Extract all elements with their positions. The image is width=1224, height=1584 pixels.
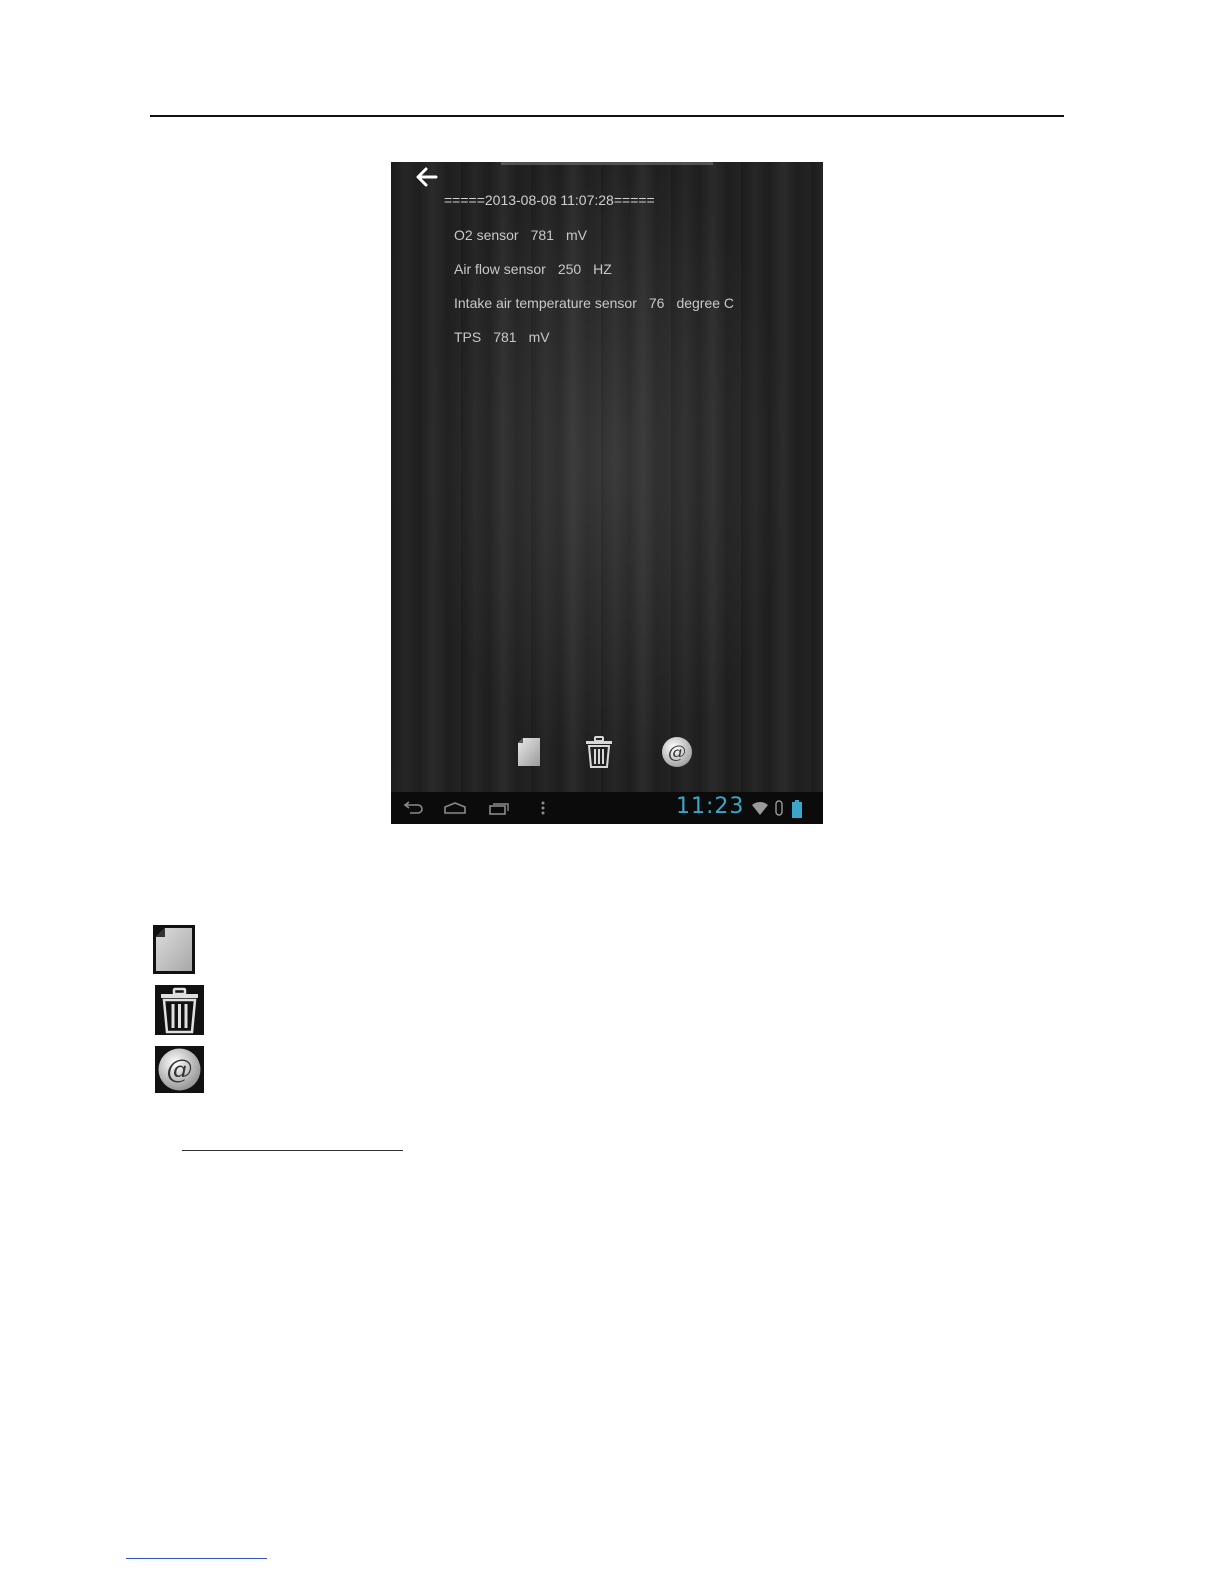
nav-back-button[interactable] — [399, 798, 427, 818]
list-item: TPS 781 mV — [454, 329, 550, 345]
overflow-menu-icon — [541, 801, 545, 815]
list-item: O2 sensor 781 mV — [454, 227, 587, 243]
email-icon: @ — [662, 737, 692, 767]
recent-apps-icon — [489, 803, 509, 815]
save-file-button[interactable] — [511, 732, 547, 772]
nav-recent-button[interactable] — [485, 798, 513, 818]
document-icon — [156, 928, 192, 971]
list-item: Intake air temperature sensor 76 degree C — [454, 295, 734, 311]
sensor-name: O2 sensor — [454, 227, 519, 243]
sensor-unit: mV — [528, 329, 550, 345]
trash-icon — [161, 987, 198, 1034]
delete-button[interactable] — [581, 732, 617, 772]
sensor-name: Intake air temperature sensor — [454, 295, 637, 311]
header-rule — [150, 115, 1064, 117]
phone-screenshot: =====2013-08-08 11:07:28===== O2 sensor 7… — [391, 162, 823, 824]
battery-icon — [792, 800, 802, 818]
svg-text:@: @ — [668, 742, 686, 763]
list-item: Air flow sensor 250 HZ — [454, 261, 612, 277]
link-underline — [126, 1558, 267, 1559]
record-timestamp: =====2013-08-08 11:07:28===== — [444, 192, 655, 208]
sensor-unit: degree C — [676, 295, 735, 311]
sensor-unit: HZ — [593, 261, 612, 277]
nav-menu-button[interactable] — [529, 798, 557, 818]
back-nav-icon — [403, 801, 423, 814]
sensor-value: 76 — [648, 295, 665, 311]
svg-text:@: @ — [167, 1055, 193, 1085]
sensor-value: 250 — [557, 261, 582, 277]
footnote-rule — [182, 1150, 403, 1151]
sensor-name: TPS — [454, 329, 482, 345]
back-arrow-icon — [416, 167, 438, 187]
status-bar: 11:23 — [391, 792, 823, 824]
legend-email: @ — [155, 1046, 204, 1093]
sensor-unit: mV — [565, 227, 587, 243]
home-icon — [444, 802, 466, 814]
wifi-icon — [752, 801, 768, 815]
email-icon: @ — [158, 1048, 201, 1091]
back-button[interactable] — [409, 162, 445, 192]
action-bar: @ — [391, 732, 823, 776]
trash-icon — [586, 736, 612, 768]
legend-document — [153, 925, 195, 974]
bluetooth-icon — [775, 800, 783, 816]
nav-home-button[interactable] — [441, 798, 469, 818]
document-icon — [518, 738, 540, 766]
sensor-name: Air flow sensor — [454, 261, 546, 277]
status-clock: 11:23 — [676, 794, 745, 819]
legend-trash — [155, 985, 204, 1035]
sensor-value: 781 — [493, 329, 517, 345]
email-button[interactable]: @ — [659, 732, 695, 772]
sensor-value: 781 — [530, 227, 554, 243]
